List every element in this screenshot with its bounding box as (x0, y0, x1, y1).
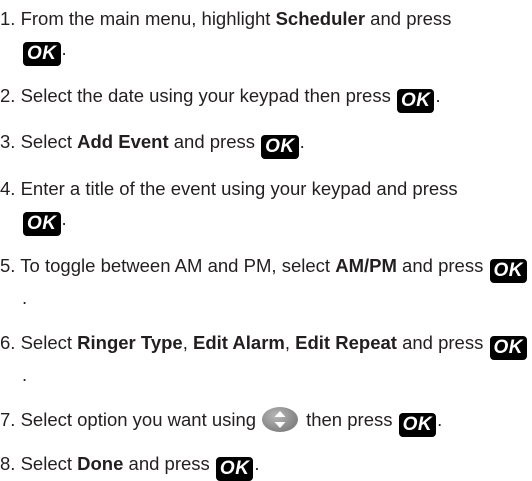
step-number: 6. (0, 332, 16, 353)
step-punctuation: . (435, 85, 441, 106)
step-number: 7. (0, 409, 16, 430)
step-punctuation: . (61, 208, 67, 229)
menu-item-ringer-type: Ringer Type (77, 332, 183, 353)
menu-item-add-event: Add Event (77, 131, 169, 152)
step-text: , (284, 332, 296, 353)
ok-key-icon: OK (23, 42, 61, 66)
step-number: 2. (0, 85, 16, 106)
step-punctuation: . (437, 409, 443, 430)
ok-key-icon: OK (398, 413, 437, 437)
step-number: 8. (0, 453, 16, 474)
step-text: and press (396, 332, 484, 353)
ok-key-icon: OK (215, 457, 254, 481)
step-number: 3. (0, 131, 16, 152)
step-text: Select (20, 131, 78, 152)
step-text: then press (306, 409, 393, 430)
step-1: 1. From the main menu, highlight Schedul… (0, 4, 528, 66)
ok-key-icon: OK (489, 259, 528, 283)
step-punctuation: . (22, 287, 28, 308)
menu-item-done: Done (77, 453, 124, 474)
step-text: and press (123, 453, 210, 474)
menu-item-am-pm: AM/PM (335, 255, 397, 276)
step-punctuation: . (22, 364, 28, 385)
step-punctuation: . (61, 38, 67, 59)
menu-item-scheduler: Scheduler (275, 8, 366, 29)
ok-key-icon: OK (396, 89, 435, 113)
step-5: 5. To toggle between AM and PM, select A… (0, 251, 528, 313)
step-text: To toggle between AM and PM, select (20, 255, 336, 276)
step-7: 7. Select option you want using then pres… (0, 405, 528, 437)
step-6: 6. Select Ringer Type, Edit Alarm, Edit … (0, 328, 528, 390)
step-punctuation: . (299, 131, 305, 152)
step-4: 4. Enter a title of the event using your… (0, 174, 528, 236)
step-number: 1. (0, 8, 16, 29)
step-text: From the main menu, highlight (20, 8, 276, 29)
step-text: Select the date using your keypad then p… (20, 85, 391, 106)
step-text: and press (365, 8, 452, 29)
step-text: and press (396, 255, 484, 276)
step-punctuation: . (254, 453, 260, 474)
step-2: 2. Select the date using your keypad the… (0, 81, 528, 113)
step-text: , (182, 332, 194, 353)
ok-key-icon: OK (23, 212, 61, 236)
step-text: Select option you want using (20, 409, 257, 430)
step-8: 8. Select Done and press OK. (0, 449, 528, 481)
step-text: Enter a title of the event using your ke… (20, 178, 458, 199)
step-text: Select (20, 332, 78, 353)
menu-item-edit-repeat: Edit Repeat (295, 332, 397, 353)
instruction-steps: 1. From the main menu, highlight Schedul… (0, 0, 528, 481)
ok-key-icon: OK (489, 336, 527, 360)
menu-item-edit-alarm: Edit Alarm (193, 332, 285, 353)
up-down-navigation-key-icon (262, 407, 299, 432)
step-text: Select (20, 453, 78, 474)
ok-key-icon: OK (261, 135, 299, 159)
step-text: and press (168, 131, 256, 152)
step-3: 3. Select Add Event and press OK. (0, 127, 528, 159)
step-number: 4. (0, 178, 16, 199)
step-number: 5. (0, 255, 16, 276)
